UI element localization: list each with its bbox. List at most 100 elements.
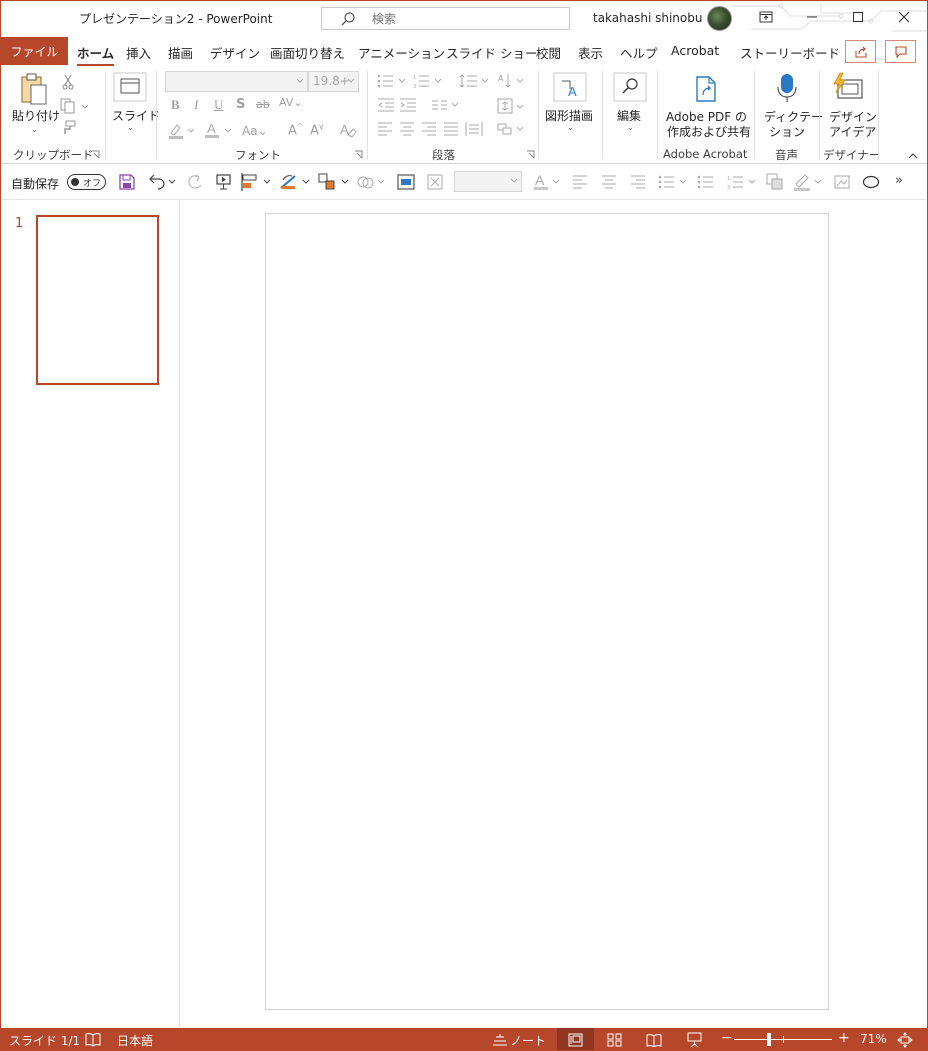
normal-view-button[interactable] (557, 1028, 594, 1050)
tab-transitions[interactable]: 画面切り替え (270, 43, 345, 62)
underline-icon[interactable]: U (214, 97, 223, 113)
decrease-font-size-icon[interactable]: Av (310, 122, 324, 138)
character-spacing-icon[interactable]: AV⌄ (279, 96, 303, 109)
shadow-icon[interactable]: S (236, 97, 245, 112)
save-icon[interactable] (119, 174, 135, 190)
align-right-icon[interactable] (421, 122, 437, 136)
increase-indent-icon[interactable] (399, 98, 417, 112)
strikethrough-icon[interactable]: ab (256, 98, 270, 111)
drawing-button[interactable]: A 図形描画 ⌄ (542, 70, 598, 140)
accessibility-check-icon[interactable] (85, 1032, 101, 1047)
editing-dropdown-caret[interactable]: ⌄ (627, 123, 634, 132)
qat-align-center-icon[interactable] (601, 175, 617, 189)
tab-slideshow[interactable]: スライド ショー (446, 43, 537, 62)
delete-picture-icon[interactable] (427, 174, 443, 190)
tab-storyboard[interactable]: ストーリーボード (740, 43, 840, 62)
decrease-indent-icon[interactable] (377, 98, 395, 112)
shape-style-combo[interactable] (454, 171, 522, 192)
search-box[interactable] (321, 7, 570, 30)
tab-view[interactable]: 表示 (578, 43, 603, 62)
design-ideas-button[interactable]: デザイン アイデア (823, 70, 877, 140)
collapse-ribbon-icon[interactable] (907, 152, 919, 160)
crop-picture-icon[interactable] (833, 174, 851, 190)
user-avatar[interactable] (707, 6, 732, 31)
drawing-dropdown-caret[interactable]: ⌄ (567, 123, 574, 132)
qat-list-icon[interactable] (697, 174, 715, 190)
text-direction-icon[interactable]: A (497, 72, 527, 90)
tab-draw[interactable]: 描画 (168, 43, 193, 62)
maximize-button[interactable] (835, 1, 881, 33)
merge-shapes-icon[interactable] (356, 172, 390, 192)
zoom-in-button[interactable]: + (838, 1030, 850, 1046)
smartart-icon[interactable] (497, 121, 527, 137)
more-commands-icon[interactable]: » (895, 173, 903, 188)
tab-design[interactable]: デザイン (210, 43, 260, 62)
text-box-icon[interactable] (397, 174, 415, 190)
notes-label[interactable]: ノート (510, 1032, 546, 1049)
distributed-icon[interactable] (465, 121, 483, 137)
tab-home[interactable]: ホーム (77, 43, 115, 67)
redo-icon[interactable] (186, 173, 204, 191)
dictate-dropdown-caret[interactable]: ⌄ (799, 124, 806, 133)
tab-acrobat[interactable]: Acrobat (671, 43, 719, 58)
bold-icon[interactable]: B (171, 97, 180, 113)
autosave-toggle[interactable]: オフ (67, 174, 106, 190)
new-slide-dropdown-caret[interactable]: ⌄ (127, 123, 134, 132)
fit-to-window-icon[interactable] (897, 1032, 913, 1048)
clear-formatting-icon[interactable]: A (339, 121, 357, 139)
qat-bullets-icon[interactable] (658, 174, 690, 190)
arrange-icon[interactable] (766, 173, 784, 191)
rotate-icon[interactable] (279, 172, 313, 192)
ribbon-display-options-button[interactable] (743, 1, 789, 33)
slideshow-view-icon[interactable] (687, 1032, 702, 1048)
paragraph-launcher-icon[interactable] (526, 150, 535, 159)
undo-icon[interactable] (147, 173, 177, 191)
font-color-icon[interactable]: A (204, 121, 236, 139)
qat-align-left-icon[interactable] (572, 175, 588, 189)
oval-shape-icon[interactable] (862, 175, 880, 189)
font-name-combo[interactable] (165, 71, 308, 92)
paste-button[interactable]: 貼り付け ⌄ (9, 70, 60, 138)
tab-file[interactable]: ファイル (1, 37, 68, 65)
format-painter-icon[interactable] (60, 120, 76, 136)
font-size-combo[interactable]: 19.8+ (308, 71, 359, 92)
tab-help[interactable]: ヘルプ (620, 43, 658, 62)
copy-icon[interactable] (60, 98, 90, 114)
tab-insert[interactable]: 挿入 (126, 43, 151, 62)
share-button[interactable] (845, 40, 876, 63)
qat-align-right-icon[interactable] (630, 175, 646, 189)
user-name[interactable]: takahashi shinobu (593, 11, 702, 25)
notes-icon[interactable] (492, 1033, 508, 1047)
tab-animations[interactable]: アニメーション (358, 43, 445, 62)
highlight-icon[interactable] (168, 123, 200, 139)
present-from-start-icon[interactable] (215, 173, 233, 191)
new-slide-button[interactable]: スライド ⌄ (109, 70, 160, 138)
align-text-icon[interactable] (497, 98, 527, 114)
paste-dropdown-caret[interactable]: ⌄ (31, 125, 38, 134)
font-launcher-icon[interactable] (354, 150, 363, 159)
line-spacing-icon[interactable] (459, 73, 491, 89)
align-left-icon[interactable] (377, 122, 393, 136)
columns-icon[interactable] (431, 98, 461, 112)
slide-thumbnail[interactable] (36, 215, 159, 385)
comments-button[interactable] (885, 40, 916, 63)
qat-numbering-icon[interactable]: 13 (727, 174, 759, 190)
italic-icon[interactable]: I (194, 97, 198, 113)
search-input[interactable] (372, 10, 562, 27)
language-indicator[interactable]: 日本語 (117, 1032, 153, 1049)
tab-review[interactable]: 校閲 (536, 43, 561, 62)
bullets-icon[interactable] (377, 73, 409, 89)
zoom-out-button[interactable]: − (721, 1030, 733, 1046)
group-objects-icon[interactable] (318, 172, 352, 192)
justify-icon[interactable] (443, 122, 459, 136)
increase-font-size-icon[interactable]: A^ (288, 122, 304, 138)
zoom-slider-thumb[interactable] (767, 1033, 771, 1046)
editing-button[interactable]: 編集 ⌄ (607, 70, 653, 140)
dictate-button[interactable]: ディクテー ション ⌄ (759, 70, 823, 140)
align-objects-icon[interactable] (240, 172, 274, 192)
zoom-level[interactable]: 71% (860, 1032, 887, 1046)
align-center-icon[interactable] (399, 122, 415, 136)
cut-icon[interactable] (61, 74, 75, 90)
slide-sorter-view-icon[interactable] (607, 1033, 622, 1047)
change-case-icon[interactable]: Aa⌄ (242, 124, 268, 138)
